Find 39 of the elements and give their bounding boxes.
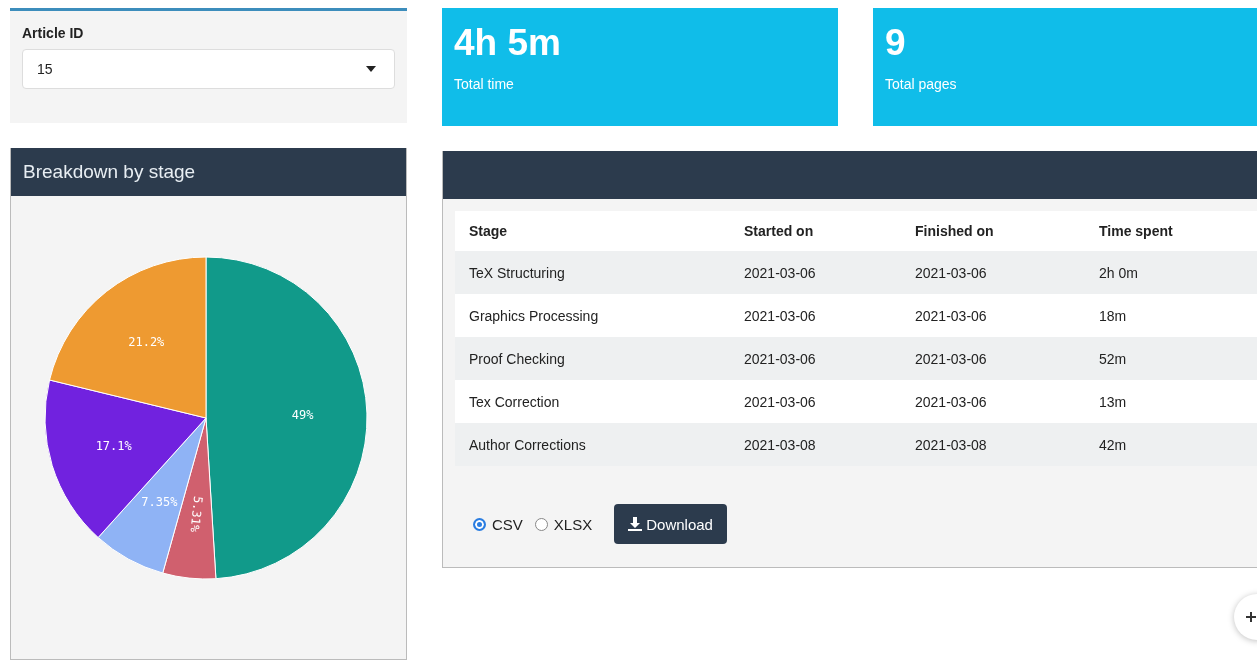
card-title: Breakdown by stage (23, 161, 196, 183)
table-cell: 2021-03-08 (730, 423, 901, 466)
table-cell: 18m (1085, 294, 1257, 337)
table-cell: Author Corrections (455, 423, 730, 466)
slice-label: 7.35% (140, 495, 177, 510)
article-select[interactable]: 15 (22, 49, 395, 89)
table-cell: 42m (1085, 423, 1257, 466)
stat-label: Total time (454, 76, 515, 92)
table-cell: 2021-03-06 (730, 251, 901, 294)
table-cell: 2021-03-06 (901, 251, 1085, 294)
table-cell: Proof Checking (455, 337, 730, 380)
table-cell: 2021-03-06 (730, 380, 901, 423)
stat-value: 4h 5m (454, 22, 562, 64)
format-radio[interactable]: CSV (473, 515, 523, 533)
field-label: Article ID (22, 25, 85, 41)
slice-label: 17.1% (95, 438, 132, 453)
stat-label: Total pages (885, 76, 958, 92)
column-header: Started on (730, 211, 901, 251)
table-cell: Tex Correction (455, 380, 730, 423)
slice-label: 21.2% (127, 334, 164, 349)
slice-label: 49% (291, 407, 313, 422)
table-cell: 2021-03-06 (730, 294, 901, 337)
column-header: Stage (455, 211, 730, 251)
download-button[interactable]: Download (614, 504, 727, 544)
table-cell: 2021-03-08 (901, 423, 1085, 466)
slice-label: 5.31% (187, 495, 205, 533)
table-cell: Graphics Processing (455, 294, 730, 337)
table-cell: 52m (1085, 337, 1257, 380)
table-cell: 2h 0m (1085, 251, 1257, 294)
column-header: Finished on (901, 211, 1085, 251)
table-cell: 2021-03-06 (901, 294, 1085, 337)
format-radio[interactable]: XLSX (534, 515, 593, 533)
table-cell: 2021-03-06 (901, 337, 1085, 380)
table-cell: TeX Structuring (455, 251, 730, 294)
stat-value: 9 (885, 22, 907, 64)
table-cell: 13m (1085, 380, 1257, 423)
column-header: Time spent (1085, 211, 1257, 251)
table-cell: 2021-03-06 (730, 337, 901, 380)
table-cell: 2021-03-06 (901, 380, 1085, 423)
